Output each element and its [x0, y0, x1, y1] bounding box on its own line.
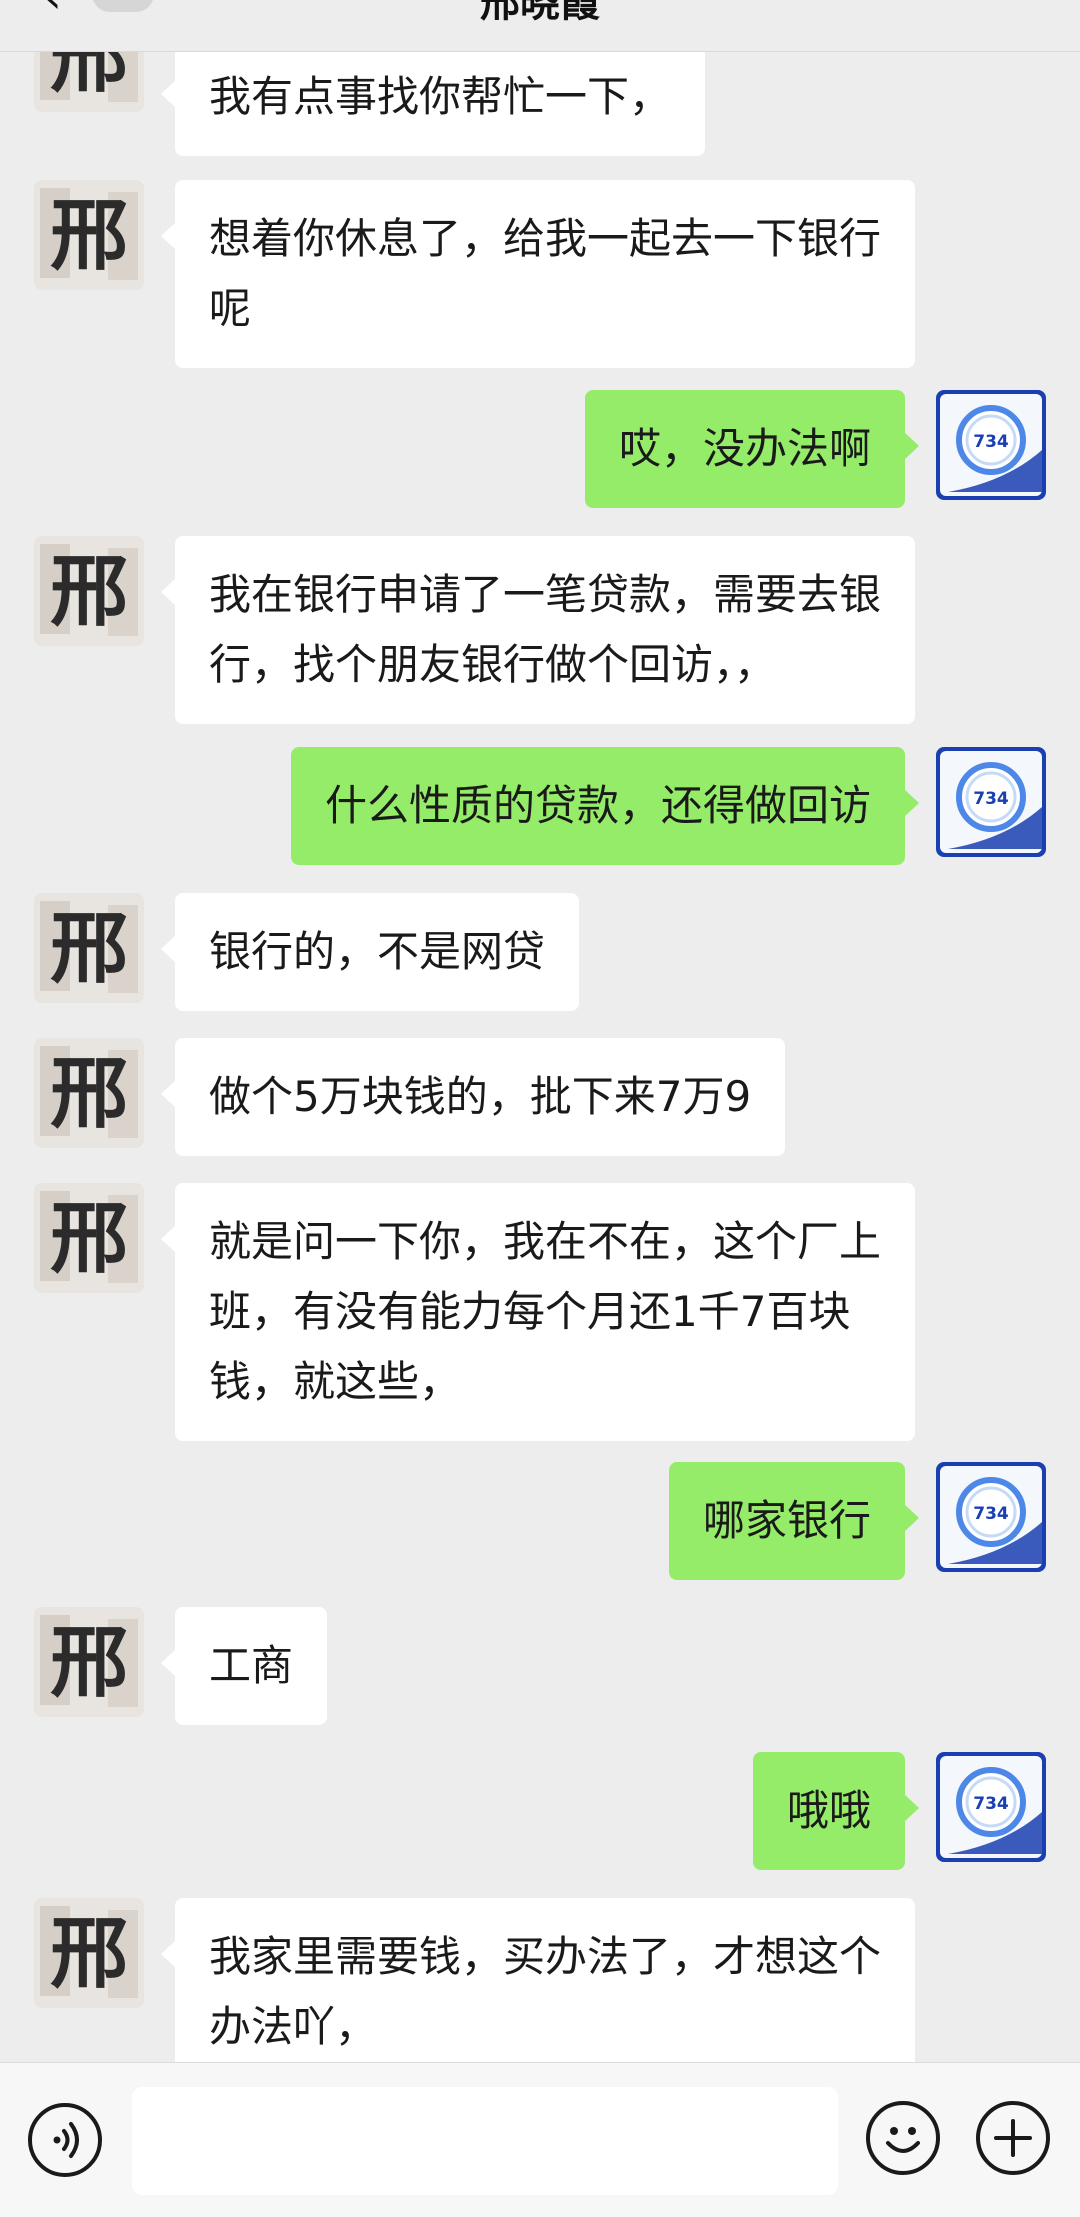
message-bubble[interactable]: 我家里需要钱，买办法了，才想这个 办法吖， — [160, 1898, 916, 2086]
message-bubble[interactable]: 我在银行申请了一笔贷款，需要去银 行，找个朋友银行做个回访，， — [160, 536, 916, 724]
svg-text:734: 734 — [973, 432, 1009, 452]
message-bubble[interactable]: 工商 — [160, 1607, 328, 1725]
message-bubble[interactable]: 哪家银行 — [668, 1462, 920, 1580]
contact-avatar[interactable]: 邢 — [34, 1038, 144, 1148]
contact-avatar[interactable]: 邢 — [34, 893, 144, 1003]
message-bubble[interactable]: 银行的，不是网贷 — [160, 893, 580, 1011]
svg-text:邢: 邢 — [50, 1048, 128, 1139]
svg-text:邢: 邢 — [50, 190, 128, 281]
self-avatar[interactable]: 734 — [936, 390, 1046, 500]
emoji-icon[interactable] — [866, 2101, 940, 2175]
chat-title: 邢晓霞 — [480, 0, 600, 26]
svg-text:邢: 邢 — [50, 1908, 128, 1999]
self-avatar[interactable]: 734 — [936, 1462, 1046, 1572]
contact-avatar[interactable]: 邢 — [34, 180, 144, 290]
message-bubble[interactable]: 就是问一下你，我在不在，这个厂上 班，有没有能力每个月还1千7百块 钱，就这些， — [160, 1183, 916, 1441]
contact-avatar[interactable]: 邢 — [34, 1607, 144, 1717]
svg-text:734: 734 — [973, 789, 1009, 809]
svg-text:邢: 邢 — [50, 1617, 128, 1708]
message-bubble[interactable]: 哎，没办法啊 — [584, 390, 920, 508]
svg-text:734: 734 — [973, 1794, 1009, 1814]
chat-header: ‹ 邢晓霞 — [0, 0, 1080, 52]
self-avatar[interactable]: 734 — [936, 747, 1046, 857]
self-avatar[interactable]: 734 — [936, 1752, 1046, 1862]
message-bubble[interactable]: 什么性质的贷款，还得做回访 — [290, 747, 920, 865]
contact-avatar[interactable]: 邢 — [34, 536, 144, 646]
svg-text:734: 734 — [973, 1504, 1009, 1524]
message-input[interactable] — [132, 2087, 838, 2195]
message-bubble[interactable]: 哦哦 — [752, 1752, 920, 1870]
input-bar — [0, 2062, 1080, 2217]
svg-text:邢: 邢 — [50, 546, 128, 637]
plus-icon[interactable] — [976, 2101, 1050, 2175]
message-bubble[interactable]: 做个5万块钱的，批下来7万9 — [160, 1038, 786, 1156]
message-bubble[interactable]: 想着你休息了，给我一起去一下银行 呢 — [160, 180, 916, 368]
svg-text:邢: 邢 — [50, 903, 128, 994]
chat-screen: ‹ 邢晓霞 邢 我有点事找你帮忙一下， 邢 想着你休息了，给我一起去一下银行 呢… — [0, 0, 1080, 2217]
voice-icon[interactable] — [28, 2103, 102, 2177]
contact-avatar[interactable]: 邢 — [34, 1898, 144, 2008]
contact-avatar[interactable]: 邢 — [34, 1183, 144, 1293]
svg-text:邢: 邢 — [50, 1193, 128, 1284]
message-bubble[interactable]: 我有点事找你帮忙一下， — [160, 38, 706, 156]
